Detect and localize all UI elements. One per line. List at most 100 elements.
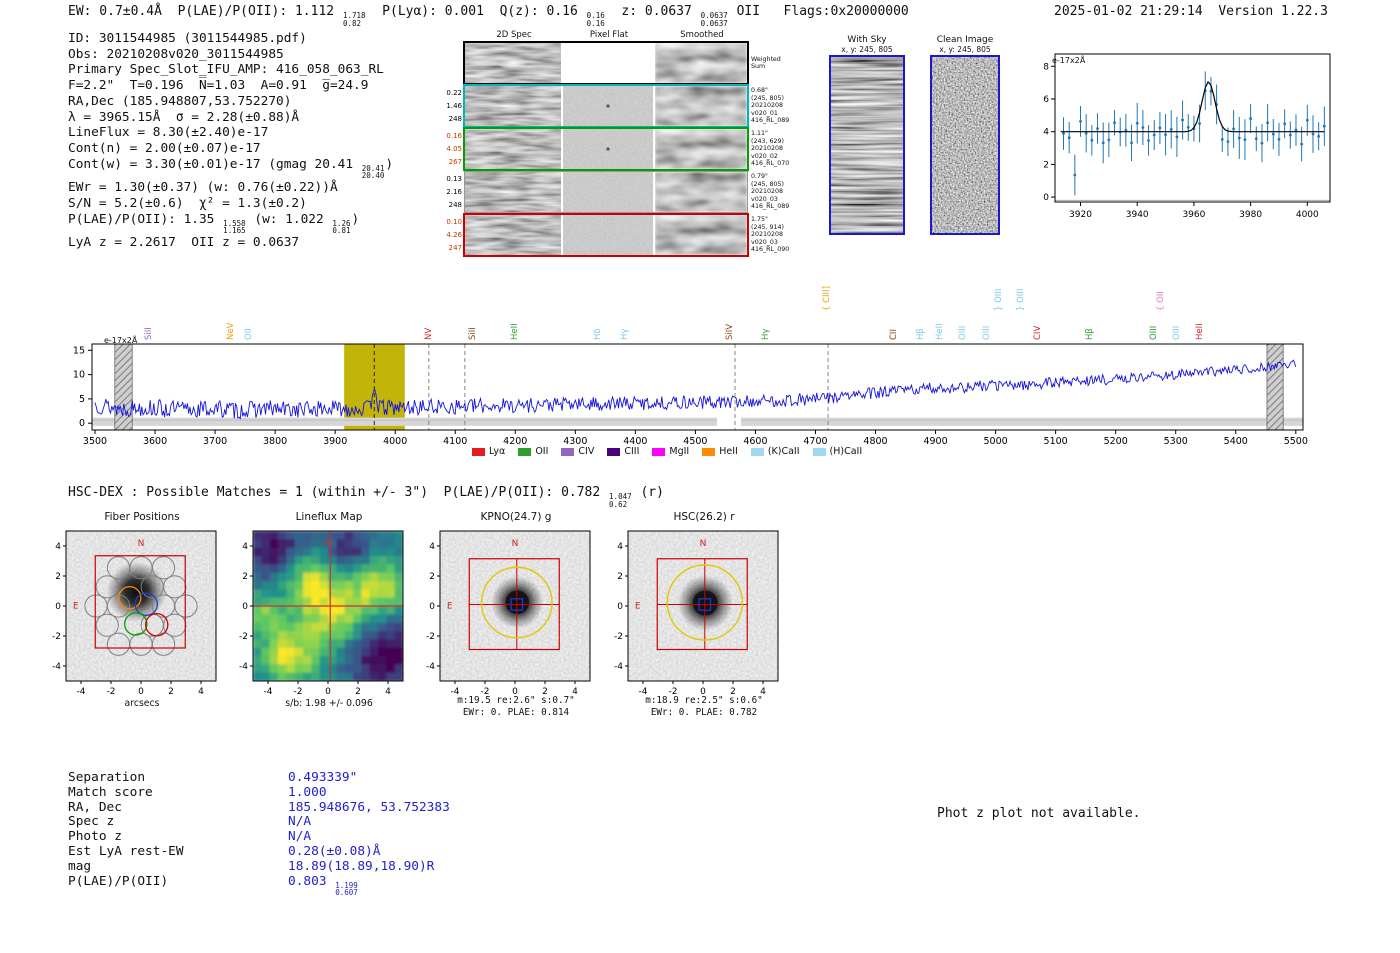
svg-text:3800: 3800 — [263, 436, 287, 447]
spectral-line-label: CII — [888, 329, 899, 340]
spectral-line-label: SiII — [144, 327, 155, 340]
match-row-label: mag — [68, 858, 92, 874]
svg-text:E: E — [447, 601, 453, 611]
legend-swatch — [750, 447, 764, 456]
svg-text:4: 4 — [429, 542, 435, 552]
cutout-col-title: Smoothed — [680, 30, 724, 40]
svg-text:3900: 3900 — [323, 436, 347, 447]
smoothed-cutout — [655, 129, 747, 169]
spectral-line-label: HeII — [510, 323, 521, 340]
legend-swatch — [472, 447, 485, 456]
kpno-plae-caption: EWr: 0. PLAE: 0.814 — [462, 707, 570, 718]
withsky-title: With Sky — [847, 35, 887, 45]
detection-info-block: ID: 3011544985 (3011544985.pdf) Obs: 2021… — [68, 31, 394, 251]
withsky-cutout: With Sky x, y: 245, 805 — [828, 35, 906, 235]
legend-item: OII — [518, 446, 548, 457]
svg-text:2: 2 — [55, 572, 61, 582]
svg-text:2: 2 — [355, 687, 361, 697]
match-row-label: Spec z — [68, 814, 115, 830]
svg-text:4: 4 — [55, 542, 61, 552]
spectral-line-label: SiII — [468, 327, 479, 340]
svg-text:4: 4 — [198, 687, 204, 697]
spectral-line-label: OIII — [957, 325, 968, 340]
svg-text:4900: 4900 — [923, 436, 947, 447]
svg-text:3940: 3940 — [1126, 210, 1149, 220]
spectral-line-label: Hβ — [915, 328, 926, 340]
cutout-col-title: Pixel Flat — [589, 30, 629, 40]
match-row-label: Photo z — [68, 829, 122, 845]
match-table-row: Est LyA rest-EW 0.28(±0.08)Å — [68, 843, 450, 860]
legend-item: HeII — [702, 446, 738, 457]
svg-text:-2: -2 — [426, 632, 435, 642]
svg-text:0: 0 — [242, 602, 248, 612]
svg-text:0: 0 — [55, 602, 61, 612]
match-table-row: Separation 0.493339" — [68, 770, 450, 786]
spectrum-legend: Lyα OII CIV CIII MgII HeII (K)CaII (H)CaII — [472, 446, 862, 457]
svg-text:-4: -4 — [77, 687, 86, 697]
legend-swatch — [812, 447, 826, 456]
svg-text:8: 8 — [1043, 62, 1049, 72]
svg-text:6: 6 — [1043, 95, 1049, 105]
match-table-row: RA, Dec 185.948676, 53.752383 — [68, 799, 450, 816]
legend-swatch — [561, 447, 575, 456]
spectral-line-label: Hβ — [1084, 328, 1095, 340]
svg-text:15: 15 — [73, 345, 85, 356]
svg-text:0: 0 — [138, 687, 144, 697]
svg-text:3600: 3600 — [143, 436, 167, 447]
spectral-line-label: NV — [424, 327, 435, 340]
svg-text:5400: 5400 — [1224, 436, 1248, 447]
svg-text:3500: 3500 — [83, 436, 107, 447]
lineflux-map-plot: N -4 -4 -2 -2 0 0 2 2 4 4 — [239, 530, 404, 697]
svg-text:5100: 5100 — [1044, 436, 1068, 447]
svg-text:4100: 4100 — [443, 436, 467, 447]
photz-note: Phot z plot not available. — [937, 806, 1141, 821]
svg-text:-2: -2 — [239, 632, 248, 642]
spectral-line-label: OIII — [1171, 325, 1182, 340]
svg-text:-4: -4 — [239, 662, 248, 672]
fiber-positions-plot: N E -4 -4 -2 -2 0 0 2 2 4 4 — [52, 530, 217, 697]
svg-text:4000: 4000 — [383, 436, 407, 447]
match-row-value: 0.28(±0.08)Å — [288, 843, 381, 859]
svg-text:4000: 4000 — [1296, 210, 1319, 220]
cutout-grid-header: 2D Spec Pixel Flat Smoothed — [465, 30, 808, 43]
kpno-mag-caption: m:19.5 re:2.6" s:0.7" — [457, 695, 575, 706]
legend-item: CIV — [561, 446, 594, 457]
hsc-cutout-plot: NE-4-4-2-2002244 — [614, 530, 779, 697]
match-row-label: Separation — [68, 770, 146, 785]
legend-item: CIII — [607, 446, 639, 457]
svg-text:3920: 3920 — [1069, 210, 1092, 220]
match-row-value: N/A — [288, 829, 312, 845]
svg-text:-2: -2 — [614, 632, 623, 642]
svg-text:-2: -2 — [52, 632, 61, 642]
svg-text:0: 0 — [325, 687, 331, 697]
svg-text:0: 0 — [429, 602, 435, 612]
pixel-flat-cutout — [563, 86, 653, 126]
match-table-row: Spec z N/A — [68, 814, 450, 830]
hsc-match-summary: HSC-DEX : Possible Matches = 1 (within +… — [68, 485, 664, 509]
svg-text:E: E — [73, 601, 79, 611]
catalog-match-table: Separation 0.493339" Match score 1.000 RA, D… — [68, 770, 450, 897]
match-row-label: Est LyA rest-EW — [68, 843, 184, 859]
svg-text:-2: -2 — [107, 687, 116, 697]
svg-text:N: N — [512, 539, 519, 549]
svg-text:3960: 3960 — [1182, 210, 1205, 220]
spectral-line-label: CIV — [1032, 325, 1043, 340]
clean-image-xy: x, y: 245, 805 — [939, 45, 991, 54]
spectrum-units: e-17x2Å — [104, 336, 138, 345]
svg-text:4: 4 — [617, 542, 623, 552]
legend-item: (H)CaII — [812, 446, 862, 457]
line-fit-plot: 3920 3940 3960 3980 4000 0 2 4 6 8 — [1043, 53, 1331, 220]
match-row-value: 18.89(18.89,18.90)R — [288, 858, 435, 874]
svg-text:4800: 4800 — [863, 436, 887, 447]
match-row-value: N/A — [288, 814, 312, 830]
svg-text:2: 2 — [168, 687, 174, 697]
match-row-label: Match score — [68, 784, 153, 800]
match-row-label: RA, Dec — [68, 799, 122, 815]
spectral-line-label: SiIV — [725, 323, 736, 340]
svg-text:3980: 3980 — [1239, 210, 1262, 220]
smoothed-cutout — [655, 43, 747, 83]
match-table-row: mag 18.89(18.89,18.90)R — [68, 858, 450, 875]
spec2d-cutout — [465, 86, 561, 126]
pixel-flat-cutout — [563, 172, 653, 212]
legend-item: Lyα — [472, 446, 505, 457]
